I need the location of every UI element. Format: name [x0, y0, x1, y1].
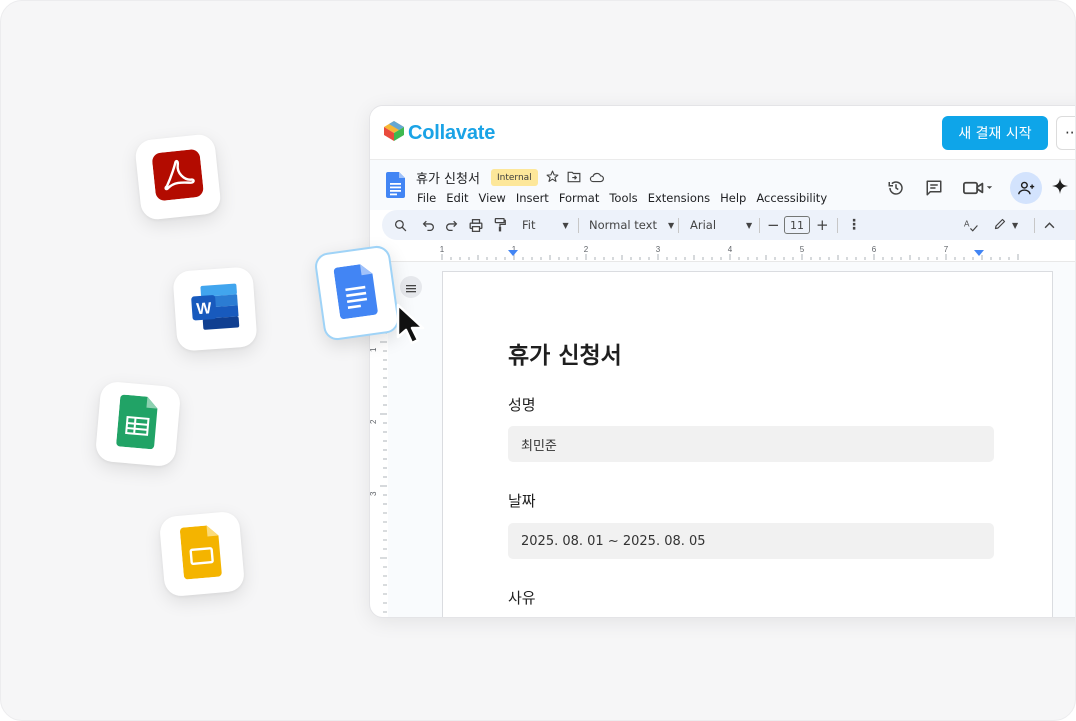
- history-icon[interactable]: [884, 176, 908, 200]
- new-approval-button[interactable]: 새 결재 시작: [942, 116, 1048, 150]
- font-size-value: 11: [784, 216, 810, 234]
- word-icon: W: [188, 281, 242, 336]
- ruler-number: 5: [800, 245, 805, 254]
- date-field[interactable]: 2025. 08. 01 ~ 2025. 08. 05: [508, 523, 994, 559]
- print-icon[interactable]: [469, 210, 483, 240]
- font-select[interactable]: Arial ▼: [690, 210, 752, 240]
- menu-file[interactable]: File: [417, 191, 436, 205]
- collavate-logo-icon: [383, 120, 405, 146]
- doc-title[interactable]: 휴가 신청서: [416, 168, 480, 187]
- style-select[interactable]: Normal text ▼: [589, 210, 674, 240]
- slides-tile[interactable]: [158, 510, 246, 598]
- more-options-button[interactable]: ··: [1056, 116, 1075, 150]
- vruler-number: 2: [370, 419, 378, 424]
- brand[interactable]: Collavate: [383, 120, 495, 146]
- pencil-icon: [994, 218, 1006, 233]
- name-field[interactable]: 최민준: [508, 426, 994, 462]
- name-label: 성명: [508, 396, 536, 414]
- docs-drag-tile[interactable]: [313, 244, 401, 342]
- redo-icon[interactable]: [445, 210, 458, 240]
- sheets-tile[interactable]: [94, 380, 182, 468]
- vruler-number: 1: [370, 347, 378, 352]
- more-tools-icon[interactable]: ⋮: [847, 210, 861, 240]
- caret-down-icon: ▼: [562, 220, 569, 230]
- editing-mode-button[interactable]: ▼: [994, 210, 1018, 240]
- word-tile[interactable]: W: [172, 266, 258, 352]
- header-actions: [884, 172, 1068, 204]
- move-folder-icon[interactable]: [567, 168, 581, 187]
- app-topbar: Collavate 새 결재 시작 ··: [370, 106, 1075, 160]
- collavate-window: Collavate 새 결재 시작 ·· 휴가 신청서 Internal Fil…: [369, 105, 1075, 618]
- caret-down-icon: ▼: [746, 220, 753, 230]
- menu-view[interactable]: View: [479, 191, 506, 205]
- docs-file-icon[interactable]: [386, 172, 405, 202]
- increase-font-size-button[interactable]: +: [816, 210, 829, 240]
- svg-text:A: A: [964, 219, 970, 228]
- title-icons: [546, 168, 604, 187]
- share-icon[interactable]: [1010, 172, 1042, 204]
- date-label: 날짜: [508, 492, 536, 510]
- menu-edit[interactable]: Edit: [446, 191, 468, 205]
- docs-icon: [333, 262, 380, 323]
- undo-icon[interactable]: [422, 210, 435, 240]
- toolbar-divider: [759, 218, 760, 233]
- ruler-number: 7: [944, 245, 949, 254]
- formatting-toolbar: Fit ▼ Normal text ▼ Arial ▼ − 11 + ⋮ A ▼: [382, 210, 1075, 240]
- caret-down-icon: ▼: [1012, 220, 1019, 230]
- spellcheck-icon[interactable]: A: [964, 210, 978, 240]
- font-size-field[interactable]: 11: [784, 210, 810, 240]
- hero-stage: W Collavate 새 결재 시작 ·· 휴가 신청서 Internal F…: [0, 0, 1076, 721]
- zoom-value: Fit: [522, 218, 536, 232]
- caret-down-icon: ▼: [667, 220, 675, 230]
- horizontal-ruler[interactable]: 11234567: [370, 242, 1075, 262]
- cloud-status-icon[interactable]: [589, 168, 604, 187]
- ruler-number: 1: [440, 245, 445, 254]
- hide-menus-icon[interactable]: [1044, 210, 1055, 240]
- svg-text:W: W: [196, 300, 213, 318]
- left-indent-marker[interactable]: [508, 250, 518, 256]
- zoom-select[interactable]: Fit ▼: [522, 210, 569, 240]
- menu-format[interactable]: Format: [559, 191, 600, 205]
- paint-format-icon[interactable]: [494, 210, 506, 240]
- video-call-icon[interactable]: [960, 176, 996, 200]
- ruler-number: 3: [656, 245, 661, 254]
- ruler-number: 2: [584, 245, 589, 254]
- style-value: Normal text: [589, 218, 657, 232]
- menu-tools[interactable]: Tools: [609, 191, 637, 205]
- mouse-cursor-icon: [395, 303, 431, 349]
- menu-insert[interactable]: Insert: [516, 191, 549, 205]
- slides-icon: [179, 524, 225, 583]
- brand-name: Collavate: [408, 121, 496, 144]
- document-page[interactable]: 휴가 신청서 성명 최민준 날짜 2025. 08. 01 ~ 2025. 08…: [442, 271, 1053, 617]
- toolbar-divider: [578, 218, 579, 233]
- menu-accessibility[interactable]: Accessibility: [756, 191, 827, 205]
- menubar: File Edit View Insert Format Tools Exten…: [417, 191, 837, 205]
- toolbar-divider: [678, 218, 679, 233]
- doc-header: 휴가 신청서 Internal File Edit View Insert Fo…: [370, 160, 1075, 210]
- star-icon[interactable]: [546, 168, 559, 187]
- internal-badge: Internal: [491, 169, 538, 186]
- toolbar-divider: [837, 218, 838, 233]
- search-menus-icon[interactable]: [394, 210, 407, 240]
- reason-label: 사유: [508, 589, 536, 607]
- list-icon: [406, 278, 416, 297]
- ruler-number: 6: [872, 245, 877, 254]
- menu-extensions[interactable]: Extensions: [648, 191, 710, 205]
- document-outline-button[interactable]: [400, 276, 422, 298]
- sparkle-icon[interactable]: [1052, 178, 1068, 198]
- vruler-number: 3: [370, 491, 378, 496]
- menu-help[interactable]: Help: [720, 191, 746, 205]
- toolbar-divider: [1034, 218, 1035, 233]
- right-indent-marker[interactable]: [974, 250, 984, 256]
- pdf-icon: [151, 149, 204, 206]
- sheets-icon: [116, 394, 161, 453]
- document-heading: 휴가 신청서: [508, 343, 622, 369]
- font-value: Arial: [690, 218, 717, 232]
- pdf-tile[interactable]: [134, 133, 222, 221]
- ruler-number: 4: [728, 245, 733, 254]
- comment-icon[interactable]: [922, 176, 946, 200]
- decrease-font-size-button[interactable]: −: [767, 210, 780, 240]
